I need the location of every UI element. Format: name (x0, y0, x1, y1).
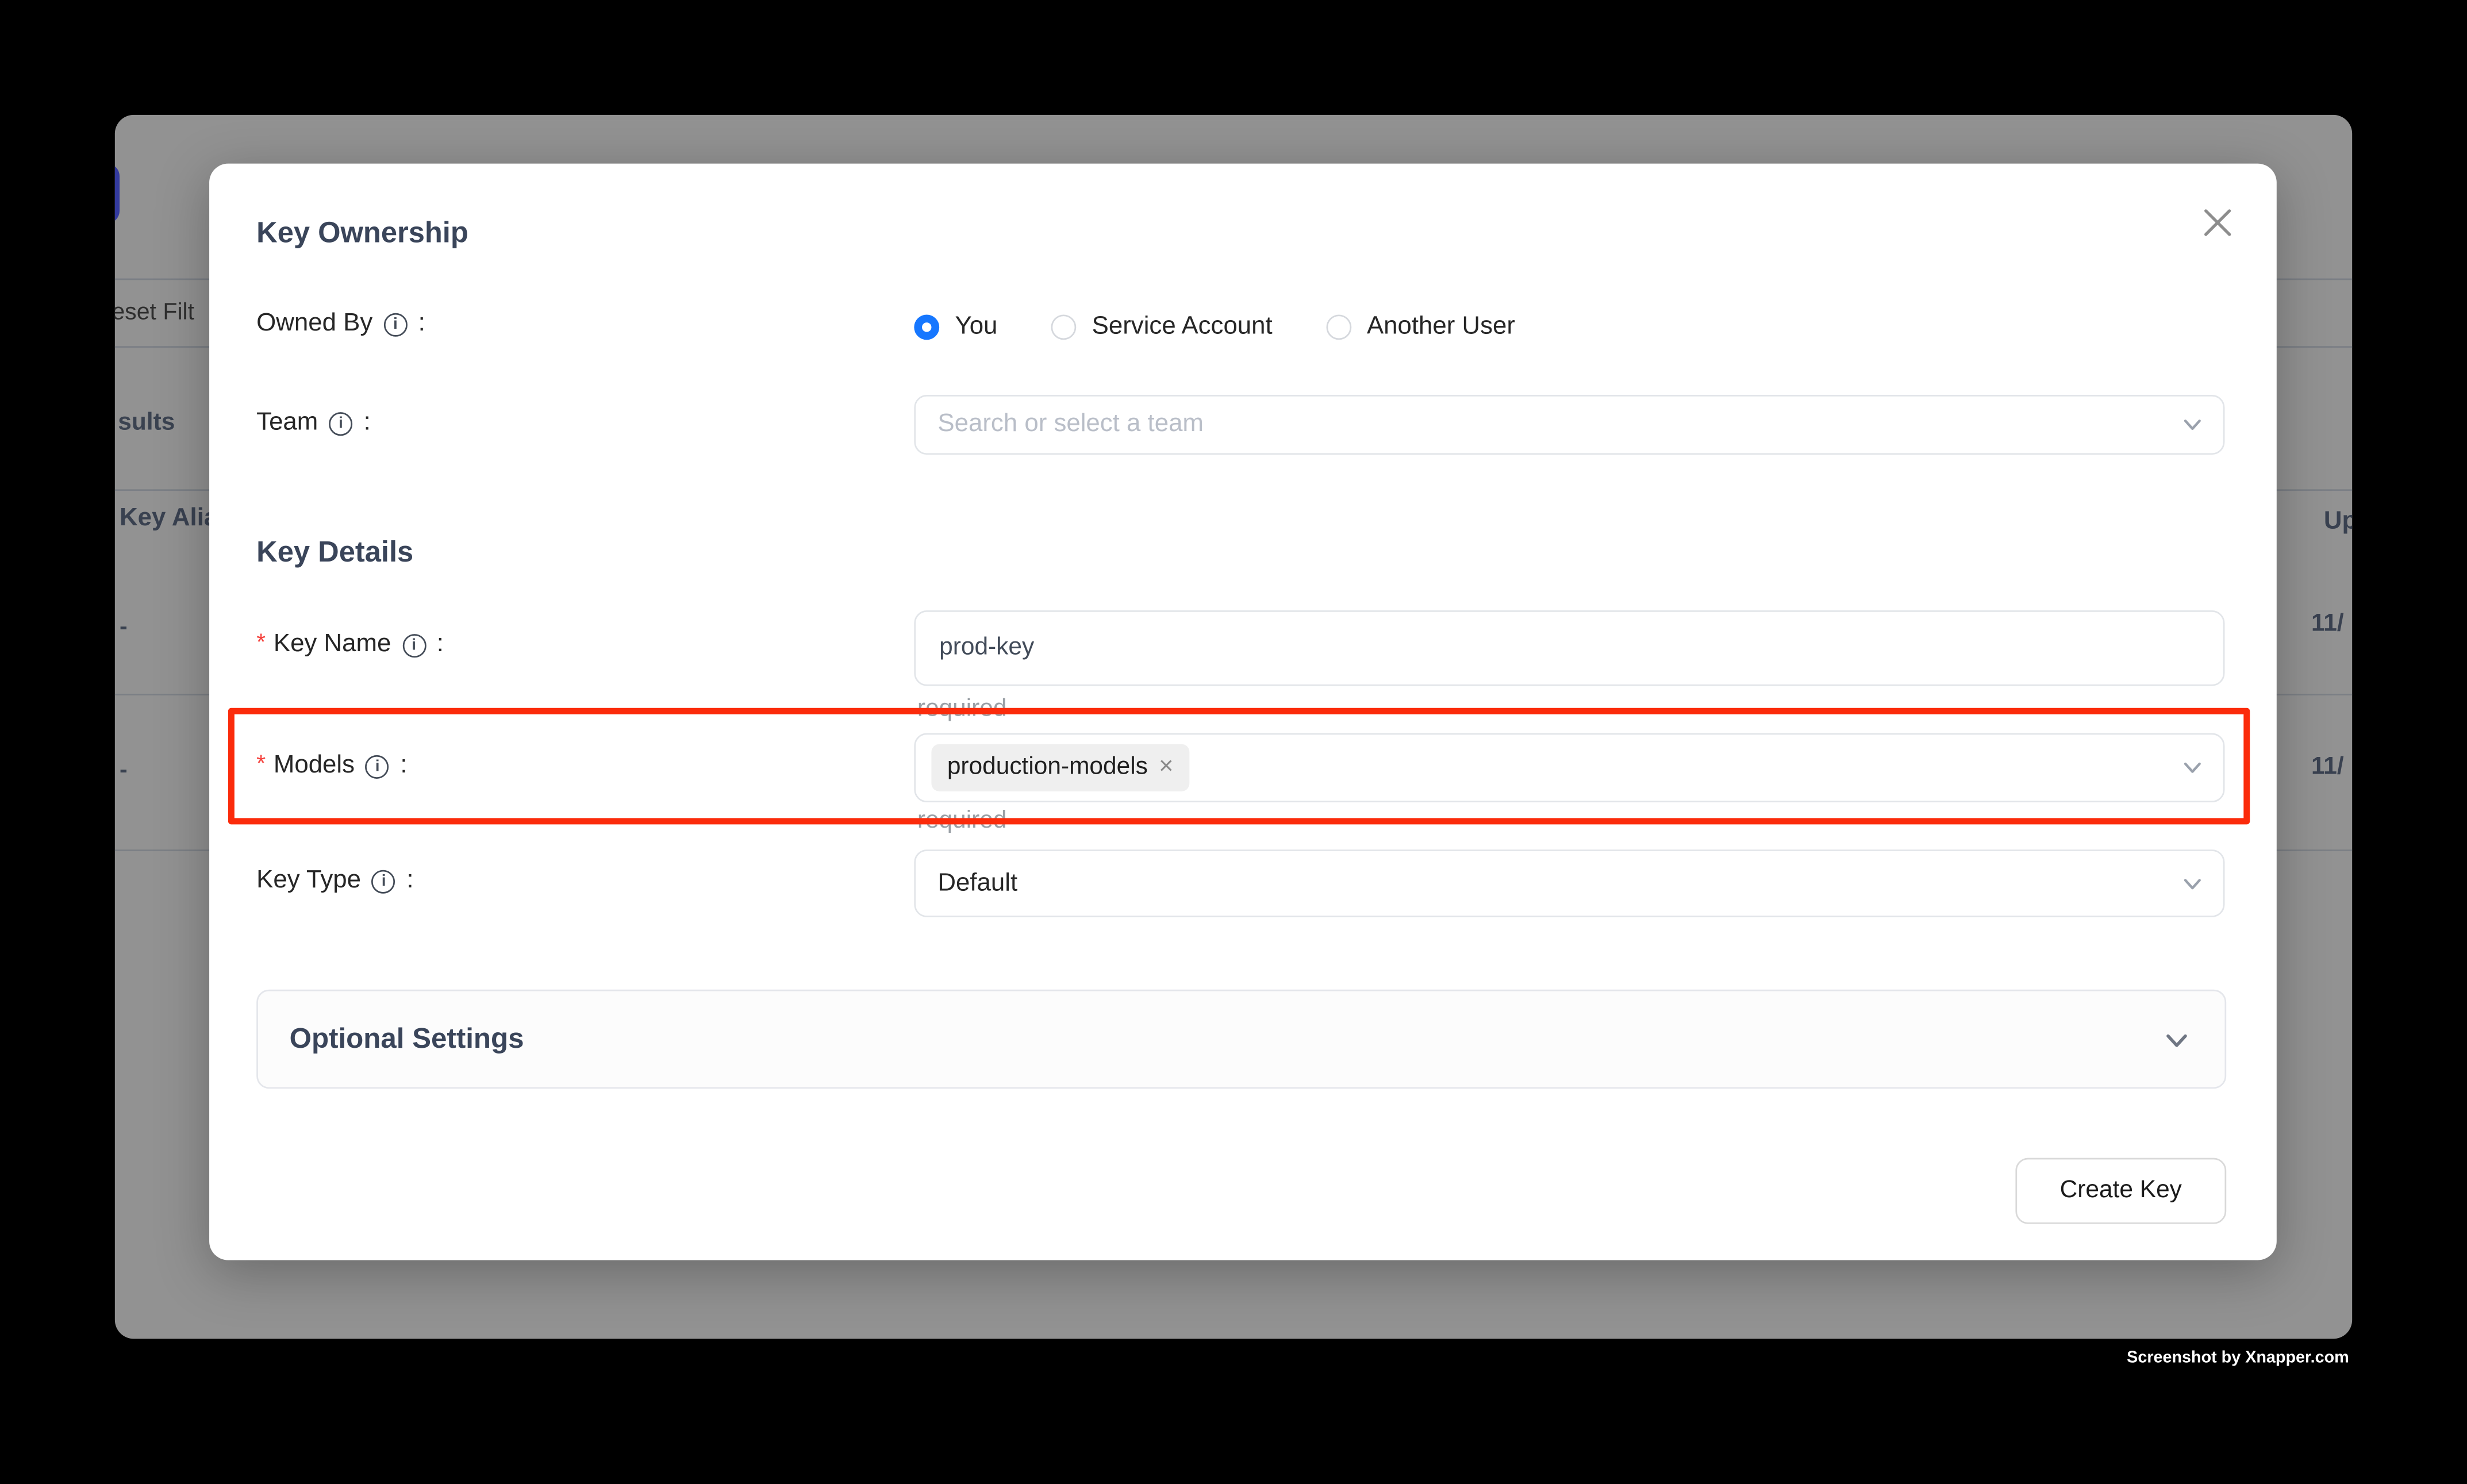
label-colon: : (418, 310, 425, 338)
info-icon (329, 412, 352, 435)
info-icon (366, 755, 389, 778)
team-select-placeholder: Search or select a team (937, 410, 1204, 439)
label-colon: : (400, 752, 407, 780)
required-asterisk: * (256, 629, 266, 656)
chevron-down-icon (2182, 873, 2203, 894)
radio-option-you[interactable]: You (914, 313, 997, 341)
background-button-fragment (115, 164, 120, 224)
create-key-button-label: Create Key (2060, 1177, 2182, 1205)
close-button[interactable] (2196, 201, 2237, 242)
column-header-key-alias: Key Alia (120, 505, 218, 533)
owned-by-label: Owned By : (256, 310, 425, 338)
key-type-select[interactable]: Default (914, 849, 2224, 917)
column-header-updated: Up (2324, 508, 2352, 536)
radio-selected-icon (914, 314, 939, 340)
info-icon (383, 312, 407, 336)
info-icon (402, 633, 425, 657)
table-row-cell: - (120, 757, 128, 784)
key-name-label: * Key Name : (256, 631, 444, 659)
key-type-selected-value: Default (937, 869, 1017, 897)
chevron-down-icon (2182, 758, 2203, 778)
models-select[interactable]: production-models (914, 733, 2224, 802)
key-name-required-message: required (917, 695, 1007, 724)
models-label-text: Models (274, 752, 355, 780)
radio-label: Another User (1367, 313, 1515, 341)
optional-settings-title: Optional Settings (290, 1022, 524, 1055)
key-details-title: Key Details (256, 535, 413, 570)
team-select[interactable]: Search or select a team (914, 395, 2224, 455)
key-name-label-text: Key Name (274, 631, 391, 659)
selected-model-tag: production-models (931, 744, 1189, 791)
radio-label: You (955, 313, 998, 341)
label-colon: : (364, 409, 371, 437)
owned-by-radio-group: You Service Account Another User (914, 313, 1515, 341)
watermark-text: Screenshot by Xnapper.com (2127, 1348, 2349, 1367)
modal-title: Key Ownership (256, 216, 468, 250)
radio-option-another-user[interactable]: Another User (1326, 313, 1515, 341)
team-label-text: Team (256, 409, 318, 437)
screenshot-stage: eset Filt sults Key Alia Up - 11/ - 11/ … (0, 0, 2467, 1483)
close-icon (2202, 207, 2232, 237)
create-key-button[interactable]: Create Key (2015, 1158, 2226, 1224)
chevron-down-icon (2182, 414, 2203, 435)
info-icon (372, 869, 395, 893)
models-label: * Models : (256, 752, 407, 780)
radio-option-service-account[interactable]: Service Account (1051, 313, 1272, 341)
chevron-down-icon (2164, 1026, 2191, 1053)
results-count-fragment: sults (118, 409, 175, 437)
reset-filters-fragment: eset Filt (115, 299, 194, 326)
selected-model-tag-label: production-models (947, 753, 1148, 782)
key-type-label-text: Key Type (256, 867, 361, 895)
required-asterisk: * (256, 749, 266, 776)
owned-by-label-text: Owned By (256, 310, 372, 338)
key-type-label: Key Type : (256, 867, 413, 895)
radio-unselected-icon (1326, 314, 1351, 340)
radio-label: Service Account (1092, 313, 1273, 341)
table-row-cell: 11/ (2311, 610, 2344, 639)
remove-tag-icon[interactable] (1159, 755, 1174, 781)
models-required-message: required (917, 807, 1007, 835)
optional-settings-toggle[interactable]: Optional Settings (256, 990, 2226, 1089)
label-colon: : (437, 631, 444, 659)
key-name-input[interactable] (914, 610, 2224, 686)
table-row-cell: - (120, 614, 128, 641)
team-label: Team : (256, 409, 371, 437)
table-row-cell: 11/ (2311, 753, 2344, 782)
radio-unselected-icon (1051, 314, 1076, 340)
label-colon: : (406, 867, 413, 895)
create-key-modal: Key Ownership Owned By : You Service Acc… (209, 164, 2277, 1260)
